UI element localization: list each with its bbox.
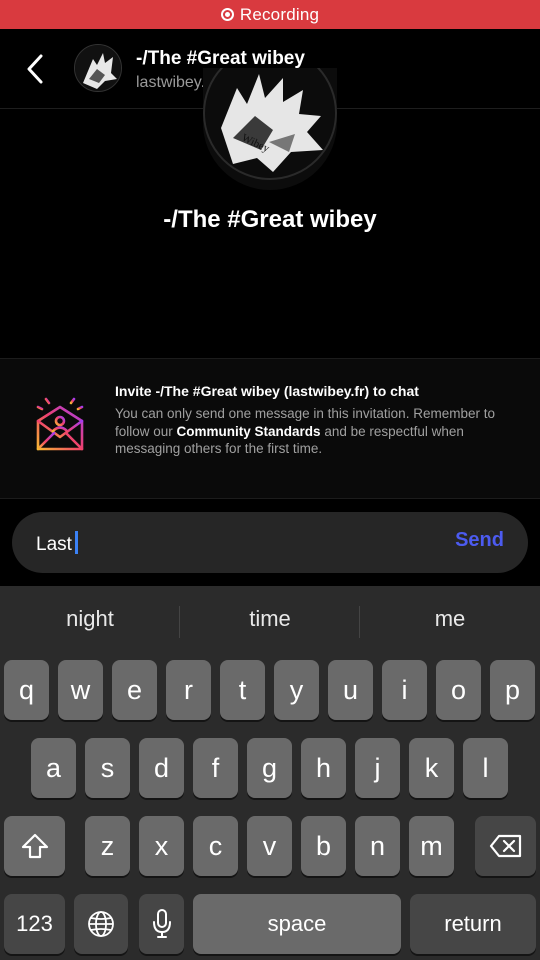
text-caret [74, 531, 78, 554]
avatar-image [75, 45, 121, 91]
microphone-key[interactable] [139, 894, 184, 954]
key-w[interactable]: w [58, 660, 103, 720]
return-key[interactable]: return [410, 894, 536, 954]
community-standards-link[interactable]: Community Standards [177, 424, 321, 439]
numbers-key[interactable]: 123 [4, 894, 65, 954]
contact-name[interactable]: -/The #Great wibey [136, 48, 305, 70]
numbers-key-label: 123 [16, 911, 53, 936]
recording-indicator[interactable]: Recording [0, 0, 540, 29]
key-d[interactable]: d [139, 738, 184, 798]
message-input-value: Last [36, 534, 72, 555]
space-key-label: space [267, 911, 327, 936]
key-y[interactable]: y [274, 660, 319, 720]
return-key-label: return [444, 911, 502, 936]
record-icon [220, 8, 234, 21]
key-e[interactable]: e [112, 660, 157, 720]
key-z[interactable]: z [85, 816, 130, 876]
profile-name: -/The #Great wibey [163, 206, 377, 233]
invite-envelope-icon [36, 393, 84, 451]
backspace-icon [489, 834, 521, 858]
backspace-key[interactable] [475, 816, 536, 876]
key-j[interactable]: j [355, 738, 400, 798]
key-t[interactable]: t [220, 660, 265, 720]
invite-title: Invite -/The #Great wibey (lastwibey.fr)… [115, 383, 419, 399]
recording-label: Recording [239, 4, 320, 24]
key-i[interactable]: i [382, 660, 427, 720]
key-g[interactable]: g [247, 738, 292, 798]
suggestion-1[interactable]: night [0, 606, 180, 632]
key-p[interactable]: p [490, 660, 535, 720]
key-c[interactable]: c [193, 816, 238, 876]
key-f[interactable]: f [193, 738, 238, 798]
key-n[interactable]: n [355, 816, 400, 876]
key-u[interactable]: u [328, 660, 373, 720]
profile-avatar[interactable]: Wibey [203, 68, 337, 190]
key-v[interactable]: v [247, 816, 292, 876]
suggestion-3[interactable]: me [360, 606, 540, 632]
key-o[interactable]: o [436, 660, 481, 720]
message-composer[interactable]: Last Send [12, 512, 528, 573]
message-input[interactable]: Last [36, 531, 78, 556]
globe-key[interactable] [74, 894, 128, 954]
key-k[interactable]: k [409, 738, 454, 798]
send-button[interactable]: Send [455, 529, 504, 552]
avatar[interactable] [74, 44, 122, 92]
back-chevron-icon [27, 54, 43, 84]
keyboard: night time me q w e r t y u i o p a s d … [0, 586, 540, 960]
key-h[interactable]: h [301, 738, 346, 798]
key-r[interactable]: r [166, 660, 211, 720]
globe-icon [88, 911, 114, 937]
invite-body: You can only send one message in this in… [115, 405, 510, 458]
key-a[interactable]: a [31, 738, 76, 798]
space-key[interactable]: space [193, 894, 401, 954]
profile-avatar-image: Wibey [203, 68, 337, 190]
key-q[interactable]: q [4, 660, 49, 720]
key-x[interactable]: x [139, 816, 184, 876]
suggestion-bar: night time me [0, 586, 540, 658]
back-button[interactable] [20, 49, 50, 89]
suggestion-2[interactable]: time [180, 606, 360, 632]
key-m[interactable]: m [409, 816, 454, 876]
microphone-icon [152, 909, 171, 938]
invite-card: Invite -/The #Great wibey (lastwibey.fr)… [0, 358, 540, 499]
shift-icon [21, 833, 48, 859]
key-l[interactable]: l [463, 738, 508, 798]
key-s[interactable]: s [85, 738, 130, 798]
key-b[interactable]: b [301, 816, 346, 876]
shift-key[interactable] [4, 816, 65, 876]
